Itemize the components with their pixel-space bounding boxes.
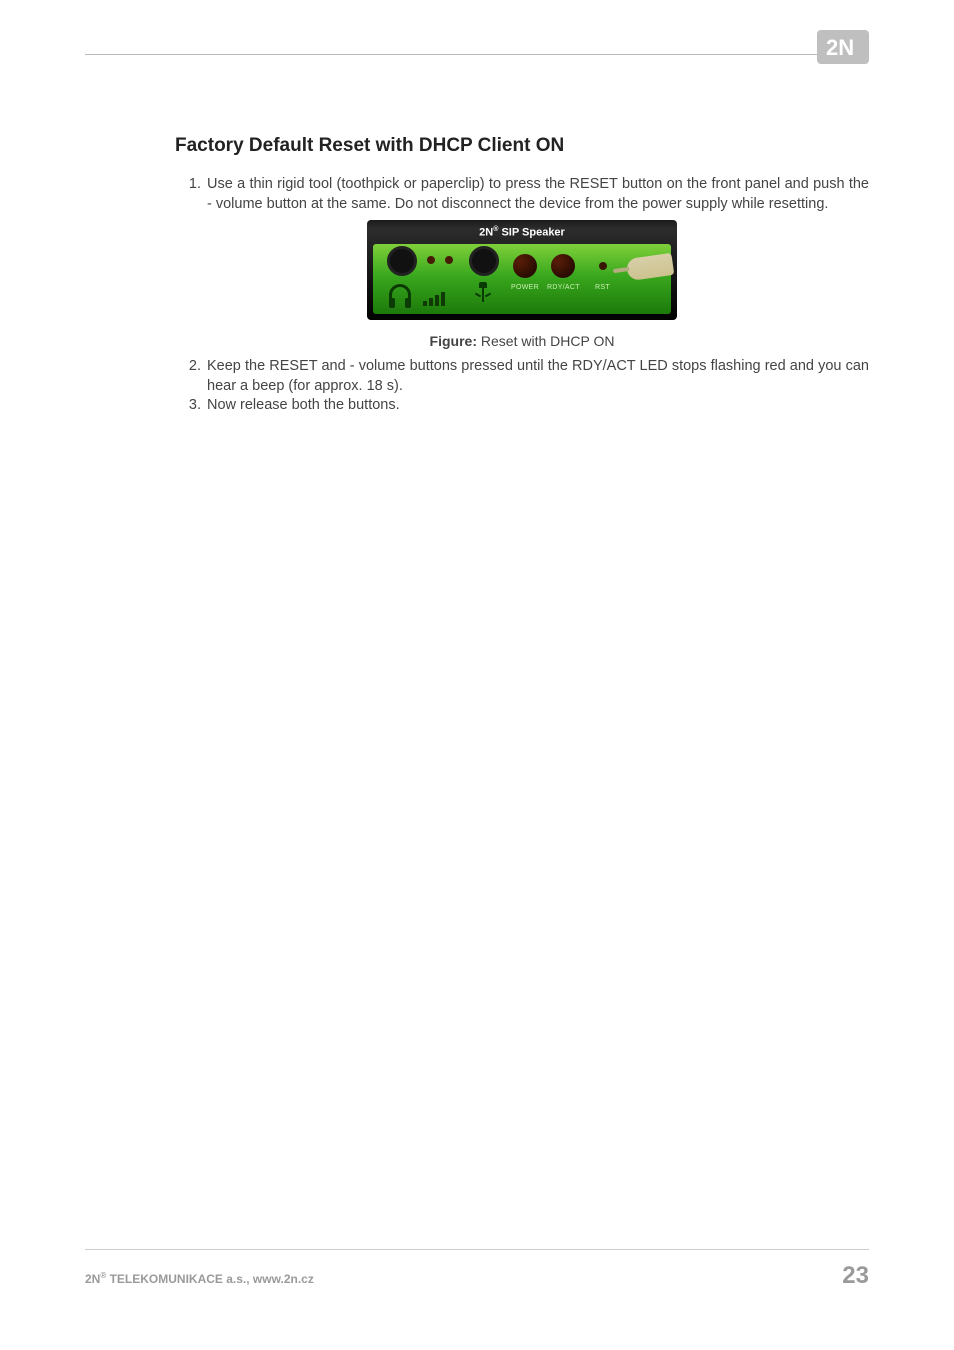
led-label: POWER (511, 284, 539, 291)
footer-company-prefix: 2N (85, 1272, 100, 1286)
rdy-act-led-icon (551, 254, 575, 278)
device-title-prefix: 2N (479, 227, 493, 239)
svg-text:2N: 2N (826, 35, 854, 60)
list-item: Now release both the buttons. (205, 396, 869, 416)
list-item: Use a thin rigid tool (toothpick or pape… (205, 175, 869, 214)
headphone-icon (389, 284, 411, 304)
figure-caption: Figure: Reset with DHCP ON (175, 333, 869, 349)
button-dot-icon (427, 256, 435, 264)
audio-jack-icon (471, 248, 497, 274)
list-item: Keep the RESET and - volume buttons pres… (205, 357, 869, 396)
brand-logo: 2N (817, 30, 869, 69)
device-title-suffix: SIP Speaker (501, 227, 564, 239)
led-label: RDY/ACT (547, 284, 580, 291)
device-title: 2N® SIP Speaker (367, 226, 677, 239)
figure-caption-text: Reset with DHCP ON (477, 333, 614, 349)
volume-bars-icon (423, 292, 445, 306)
footer-rule (85, 1249, 869, 1250)
footer-company: 2N® TELEKOMUNIKACE a.s., www.2n.cz (85, 1271, 314, 1286)
device-panel-figure: 2N® SIP Speaker POWER (367, 220, 677, 320)
footer-company-suffix: TELEKOMUNIKACE a.s., www.2n.cz (106, 1272, 314, 1286)
led-label: RST (595, 284, 610, 291)
section-heading: Factory Default Reset with DHCP Client O… (175, 135, 869, 157)
figure-label: Figure: (430, 333, 477, 349)
reset-hole-icon (599, 262, 607, 270)
usb-icon (473, 284, 493, 304)
step-list: Use a thin rigid tool (toothpick or pape… (175, 175, 869, 214)
power-led-icon (513, 254, 537, 278)
button-dot-icon (445, 256, 453, 264)
reset-tool-icon (626, 253, 675, 281)
step-list: Keep the RESET and - volume buttons pres… (175, 357, 869, 416)
header-rule (85, 54, 869, 55)
audio-jack-icon (389, 248, 415, 274)
page-number: 23 (842, 1262, 869, 1290)
